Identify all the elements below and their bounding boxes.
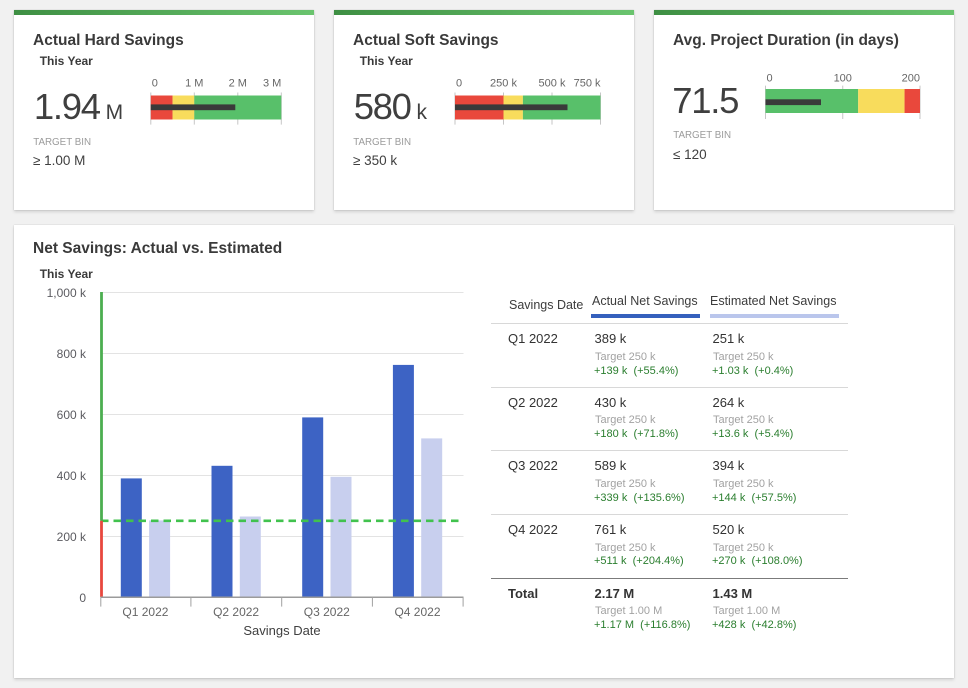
svg-text:600 k: 600 k [57, 408, 87, 422]
svg-text:Q2 2022: Q2 2022 [213, 605, 259, 619]
svg-text:Q4 2022: Q4 2022 [394, 605, 440, 619]
svg-text:3 M: 3 M [263, 78, 281, 90]
svg-text:Q3 2022: Q3 2022 [304, 605, 350, 619]
svg-text:400 k: 400 k [57, 469, 87, 483]
svg-text:200: 200 [902, 72, 920, 84]
svg-text:750 k: 750 k [574, 78, 601, 90]
svg-text:Savings Date: Savings Date [243, 623, 320, 638]
svg-text:100: 100 [834, 72, 852, 84]
svg-text:1,000 k: 1,000 k [47, 286, 87, 300]
svg-text:1 M: 1 M [185, 78, 203, 90]
svg-text:0: 0 [456, 78, 462, 90]
svg-text:500 k: 500 k [539, 78, 566, 90]
svg-text:0: 0 [767, 72, 773, 84]
svg-text:Q1 2022: Q1 2022 [122, 605, 168, 619]
svg-text:0: 0 [152, 78, 158, 90]
svg-text:800 k: 800 k [57, 347, 87, 361]
svg-text:0: 0 [79, 591, 86, 605]
svg-text:200 k: 200 k [57, 530, 87, 544]
svg-text:2 M: 2 M [229, 78, 247, 90]
svg-text:250 k: 250 k [490, 78, 517, 90]
